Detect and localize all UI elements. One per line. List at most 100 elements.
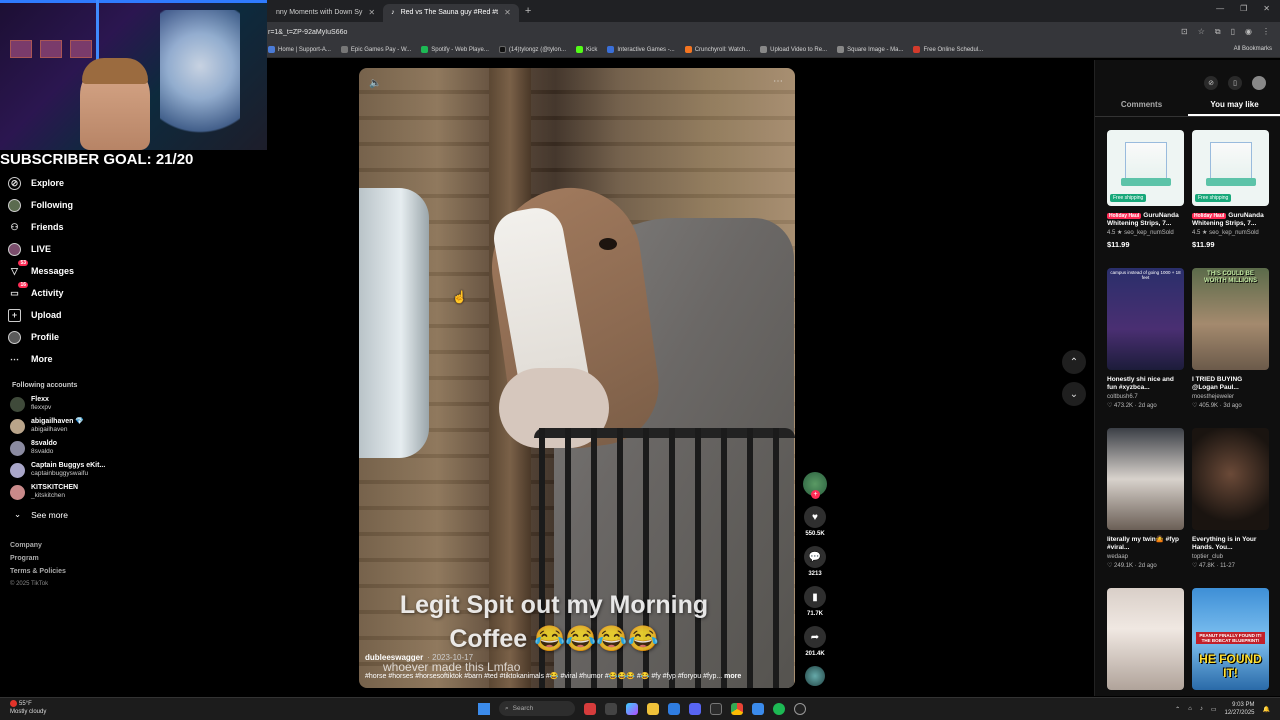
task-view-icon[interactable] [605, 702, 617, 715]
video-thumbnail[interactable]: THIS COULD BE WORTH MILLIONS [1192, 268, 1269, 370]
bookmark[interactable]: Crunchyroll: Watch... [684, 46, 750, 53]
new-tab-button[interactable]: + [525, 5, 531, 17]
video-card[interactable] [1107, 588, 1184, 690]
follow-plus-icon[interactable]: + [811, 490, 820, 499]
settings-icon[interactable]: ⊘ [1204, 76, 1218, 90]
music-disc-icon[interactable] [805, 666, 825, 686]
copilot-icon[interactable] [626, 702, 638, 715]
notification-icon[interactable]: 🔔 [1263, 706, 1270, 713]
star-icon[interactable]: ☆ [1198, 27, 1205, 37]
video-player[interactable]: 🔈 ⋯ Legit Spit out my Morning Coffee 😂😂😂… [359, 68, 795, 688]
more-link[interactable]: more [724, 673, 741, 680]
taskbar-search[interactable]: ⌕ Search [499, 701, 575, 716]
url-field[interactable]: r=1&_t=ZP-92aMyIuS66o [268, 29, 347, 36]
product-card[interactable]: Free shipping Holiday Haul GuruNanda Whit… [1192, 130, 1269, 249]
footer-terms[interactable]: Terms & Policies [10, 568, 66, 575]
bookmark[interactable]: Spotify - Web Playe... [421, 46, 489, 53]
clock[interactable]: 9:03 PM 12/27/2025 [1224, 701, 1254, 717]
following-account[interactable]: Flexx flexxpv [10, 396, 51, 412]
tab-comments[interactable]: Comments [1095, 100, 1188, 116]
sidebar-item-explore[interactable]: ⊘ Explore [8, 172, 128, 194]
more-options-icon[interactable]: ⋯ [773, 76, 783, 87]
store-icon[interactable] [752, 702, 764, 715]
terminal-icon[interactable] [710, 702, 722, 715]
all-bookmarks[interactable]: All Bookmarks [1234, 46, 1272, 52]
mute-icon[interactable]: 🔈 [369, 78, 381, 89]
comment-icon[interactable]: 💬 [804, 546, 826, 568]
bookmark[interactable]: Free Online Schedul... [913, 46, 983, 53]
extensions-icon[interactable]: ⧉ [1215, 27, 1221, 37]
account-icon[interactable]: ◉ [1245, 27, 1252, 37]
video-card[interactable]: Everything is in Your Hands. You... topt… [1192, 428, 1269, 570]
product-thumbnail[interactable]: Free shipping [1192, 130, 1269, 206]
video-thumbnail[interactable] [1192, 428, 1269, 530]
chevron-up-icon[interactable]: ⌃ [1175, 706, 1180, 713]
video-thumbnail[interactable] [1107, 428, 1184, 530]
following-account[interactable]: abigailhaven 💎 abigailhaven [10, 418, 84, 434]
network-icon[interactable]: ⌂ [1188, 706, 1192, 712]
sidebar-item-live[interactable]: LIVE [8, 238, 128, 260]
sidebar-item-following[interactable]: Following [8, 194, 128, 216]
next-video-button[interactable]: ⌄ [1062, 382, 1086, 406]
tab-you-may-like[interactable]: You may like [1188, 100, 1280, 116]
video-thumbnail[interactable]: PEANUT FINALLY FOUND IT! THE BOBCAT BLUE… [1192, 588, 1269, 690]
install-icon[interactable]: ⊡ [1181, 27, 1188, 37]
spotify-icon[interactable] [773, 702, 785, 715]
video-card[interactable]: campus instead of going 1000 + 18 feet H… [1107, 268, 1184, 410]
restore-icon[interactable]: ❐ [1240, 4, 1247, 13]
save-action[interactable]: ▮ 71.7K [802, 586, 828, 617]
following-account[interactable]: 8svaldo 8svaldo [10, 440, 57, 456]
bookmark[interactable]: Home | Support-A... [268, 46, 331, 53]
windows-start-icon[interactable] [478, 702, 490, 715]
bookmark[interactable]: (14)tylongz (@tylon... [498, 46, 566, 53]
menu-icon[interactable]: ⋮ [1262, 27, 1270, 37]
share-icon[interactable]: ➦ [804, 626, 826, 648]
comment-action[interactable]: 💬 3213 [802, 546, 828, 577]
following-account[interactable]: KITSKITCHEN _kitskitchen [10, 484, 78, 500]
sidebar-item-friends[interactable]: ⚇ Friends [8, 216, 128, 238]
previous-video-button[interactable]: ⌃ [1062, 350, 1086, 374]
bookmark[interactable]: Square Image - Ma... [837, 46, 903, 53]
video-thumbnail[interactable]: campus instead of going 1000 + 18 feet [1107, 268, 1184, 370]
footer-company[interactable]: Company [10, 542, 42, 549]
sidebar-item-profile[interactable]: Profile [8, 326, 128, 348]
video-card[interactable]: PEANUT FINALLY FOUND IT! THE BOBCAT BLUE… [1192, 588, 1269, 690]
browser-tab[interactable]: nny Moments with Down Sy ✕ [268, 4, 383, 22]
sidebar-item-upload[interactable]: + Upload [8, 304, 128, 326]
mail-icon[interactable] [668, 702, 680, 715]
share-action[interactable]: ➦ 201.4K [802, 626, 828, 657]
close-tab-icon[interactable]: ✕ [368, 8, 375, 17]
sidebar-item-more[interactable]: ⋯ More [8, 348, 128, 370]
close-window-icon[interactable]: ✕ [1263, 4, 1270, 13]
battery-icon[interactable]: ▭ [1211, 706, 1217, 713]
see-more-button[interactable]: ⌄ See more [14, 509, 68, 520]
product-card[interactable]: Free shipping Holiday Haul GuruNanda Whit… [1107, 130, 1184, 249]
bookmark-icon[interactable]: ▮ [804, 586, 826, 608]
obs-icon[interactable] [794, 702, 806, 715]
like-action[interactable]: ♥ 550.5K [802, 506, 828, 537]
close-tab-icon[interactable]: ✕ [504, 8, 511, 17]
chrome-icon[interactable] [731, 702, 743, 715]
bookmark[interactable]: Upload Video to Re... [760, 46, 827, 53]
heart-icon[interactable]: ♥ [804, 506, 826, 528]
browser-tab-active[interactable]: ♪ Red vs The Sauna guy #Red #t ✕ [383, 3, 519, 22]
weather-widget[interactable]: 55°F Mostly cloudy [10, 700, 46, 716]
hashtags[interactable]: #horse #horses #horsesoftiktok #barn #te… [365, 673, 722, 680]
bookmark[interactable]: Kick [576, 46, 597, 53]
user-avatar[interactable] [1252, 76, 1266, 90]
sidebar-item-messages[interactable]: ▽ 53 Messages [8, 259, 128, 282]
product-thumbnail[interactable]: Free shipping [1107, 130, 1184, 206]
video-card[interactable]: THIS COULD BE WORTH MILLIONS I TRIED BUY… [1192, 268, 1269, 410]
bookmark[interactable]: Interactive Games -... [607, 46, 675, 53]
volume-icon[interactable]: ♪ [1200, 706, 1203, 712]
explorer-icon[interactable] [647, 702, 659, 715]
footer-program[interactable]: Program [10, 555, 39, 562]
creator-avatar[interactable]: + [803, 472, 827, 499]
following-account[interactable]: Captain Buggys eKit... captainbuggyswaifu [10, 462, 105, 478]
phone-icon[interactable]: ▯ [1228, 76, 1242, 90]
calendar-app-icon[interactable] [584, 702, 596, 715]
discord-icon[interactable] [689, 702, 701, 715]
video-card[interactable]: literally my twin🤷 #fyp #viral... wedaap… [1107, 428, 1184, 570]
sidebar-item-activity[interactable]: ▭ 16 Activity [8, 281, 128, 304]
video-thumbnail[interactable] [1107, 588, 1184, 690]
